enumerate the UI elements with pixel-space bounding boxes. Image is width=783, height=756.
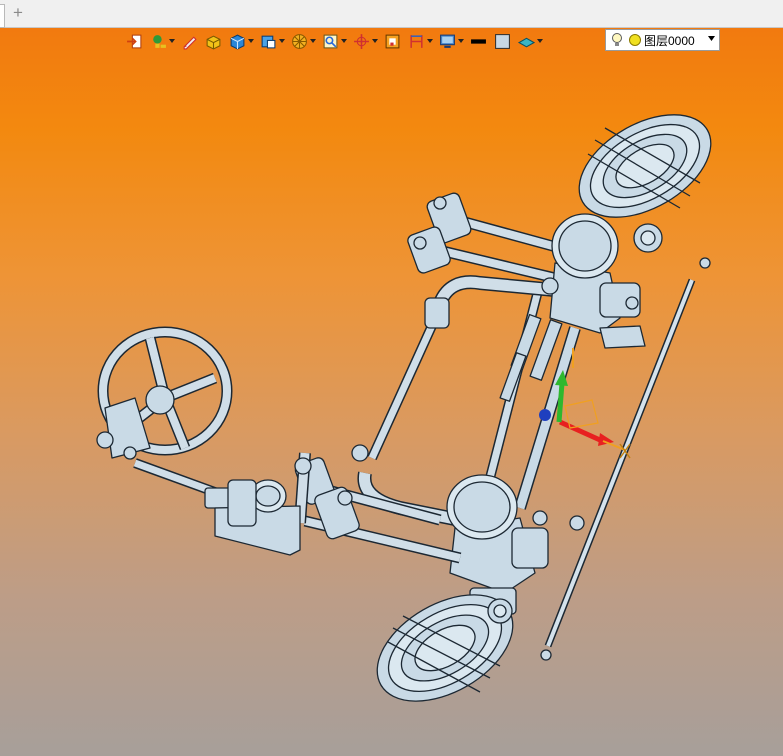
lower-differential xyxy=(446,474,585,615)
steering-column xyxy=(133,452,312,556)
tab-stub[interactable] xyxy=(0,4,5,28)
tab-bar: + xyxy=(0,0,783,28)
lower-control-arms xyxy=(294,444,462,564)
assembly-model[interactable] xyxy=(0,28,783,756)
steering-wheel xyxy=(96,326,233,460)
new-tab-button[interactable]: + xyxy=(9,3,27,23)
